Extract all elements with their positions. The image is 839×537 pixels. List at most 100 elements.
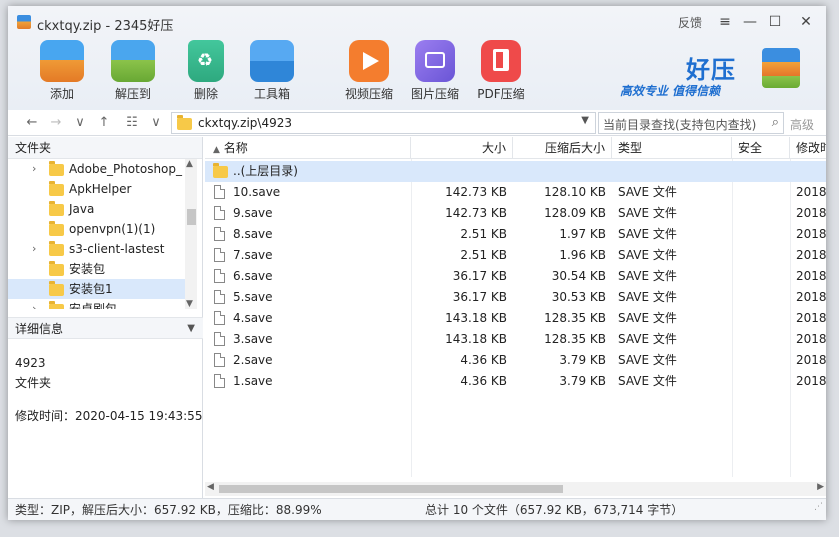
collapse-dropdown-icon[interactable]: ▼ [187, 318, 195, 340]
tree-item-label: 安装包 [69, 262, 106, 276]
pdf-compress-label: PDF压缩 [477, 87, 525, 101]
address-bar[interactable]: ckxtqy.zip\4923 ▼ [171, 112, 596, 134]
file-name: 5.save [233, 290, 273, 304]
back-arrow-icon[interactable]: ← [24, 114, 40, 132]
file-name: 8.save [233, 227, 273, 241]
view-mode-dropdown-icon[interactable]: ∨ [148, 114, 164, 132]
toolbox-button[interactable]: 工具箱 [242, 40, 302, 104]
view-mode-icon[interactable]: ☷ [124, 114, 140, 132]
column-header-packed[interactable]: 压缩后大小 [513, 137, 612, 159]
table-row[interactable]: 4.save 143.18 KB 128.35 KB SAVE 文件 2018- [205, 308, 826, 329]
folder-icon [49, 161, 64, 176]
table-row[interactable]: 8.save 2.51 KB 1.97 KB SAVE 文件 2018- [205, 224, 826, 245]
search-icon[interactable]: ⌕ [772, 115, 779, 130]
tree-item-label: Java [69, 202, 95, 216]
table-row[interactable]: 3.save 143.18 KB 128.35 KB SAVE 文件 2018- [205, 329, 826, 350]
toolbox-label: 工具箱 [253, 87, 290, 101]
folder-icon [49, 281, 64, 296]
detail-pane-header[interactable]: 详细信息 ▼ [8, 317, 203, 339]
file-modified: 2018- [796, 374, 826, 388]
file-type: SAVE 文件 [618, 353, 677, 367]
file-name: 3.save [233, 332, 273, 346]
file-size: 143.18 KB [445, 332, 507, 346]
search-input[interactable]: 当前目录查找(支持包内查找) ⌕ [598, 112, 784, 134]
file-modified: 2018- [796, 311, 826, 325]
column-header-name[interactable]: ▲ 名称 [205, 137, 411, 159]
column-header-type[interactable]: 类型 [612, 137, 732, 159]
extract-archive-icon [111, 40, 155, 82]
menu-button[interactable]: ≡ [714, 11, 736, 33]
scroll-down-icon[interactable]: ▼ [186, 299, 193, 309]
pdf-compress-button[interactable]: PDF压缩 [471, 40, 531, 104]
video-compress-button[interactable]: 视频压缩 [339, 40, 399, 104]
table-row[interactable]: 10.save 142.73 KB 128.10 KB SAVE 文件 2018… [205, 182, 826, 203]
image-compress-button[interactable]: 图片压缩 [405, 40, 465, 104]
table-row[interactable]: 6.save 36.17 KB 30.54 KB SAVE 文件 2018- [205, 266, 826, 287]
tree-item-label: 安装包1 [69, 282, 113, 296]
forward-arrow-icon[interactable]: → [48, 114, 64, 132]
folder-icon [177, 115, 192, 130]
column-header-size[interactable]: 大小 [411, 137, 513, 159]
folder-tree-scrollbar[interactable]: ▲ ▼ [185, 159, 197, 309]
column-header-modified[interactable]: 修改时 [790, 137, 826, 159]
advanced-search-link[interactable]: 高级 [790, 116, 814, 133]
history-dropdown-icon[interactable]: ∨ [72, 114, 88, 132]
file-packed-size: 30.53 KB [551, 290, 606, 304]
parent-directory-row[interactable]: ..(上层目录) [205, 161, 826, 182]
file-modified: 2018- [796, 290, 826, 304]
file-type: SAVE 文件 [618, 206, 677, 220]
tree-item-install-pkg1[interactable]: 安装包1 [8, 279, 186, 299]
file-modified: 2018- [796, 353, 826, 367]
close-button[interactable]: ✕ [795, 11, 817, 33]
address-dropdown-icon[interactable]: ▼ [581, 115, 589, 126]
maximize-button[interactable]: ☐ [764, 11, 786, 33]
status-bar: 类型：ZIP，解压后大小：657.92 KB，压缩比：88.99% 总计 10 … [8, 498, 826, 520]
table-row[interactable]: 1.save 4.36 KB 3.79 KB SAVE 文件 2018- [205, 371, 826, 392]
tree-item-apkhelper[interactable]: ApkHelper [8, 179, 186, 199]
file-packed-size: 128.10 KB [544, 185, 606, 199]
expand-arrow-icon[interactable]: › [32, 299, 36, 309]
tree-item-android-rom[interactable]: › 安卓刷包 [8, 299, 186, 309]
column-header-security[interactable]: 安全 [732, 137, 790, 159]
file-name: 6.save [233, 269, 273, 283]
file-list-hscrollbar[interactable]: ◀ ▶ [205, 482, 826, 496]
file-packed-size: 128.09 KB [544, 206, 606, 220]
file-type: SAVE 文件 [618, 290, 677, 304]
tree-item-s3-client[interactable]: › s3-client-lastest [8, 239, 186, 259]
brand-logo-icon [762, 48, 800, 88]
scroll-right-icon[interactable]: ▶ [817, 482, 824, 492]
table-row[interactable]: 7.save 2.51 KB 1.96 KB SAVE 文件 2018- [205, 245, 826, 266]
brand-slogan: 高效专业 值得信赖 [620, 84, 721, 98]
expand-arrow-icon[interactable]: › [32, 239, 36, 259]
scroll-up-icon[interactable]: ▲ [186, 159, 193, 169]
tree-item-install-pkg[interactable]: 安装包 [8, 259, 186, 279]
expand-arrow-icon[interactable]: › [32, 159, 36, 179]
left-pane: 文件夹 › Adobe_Photoshop_ ApkHelper Java op… [8, 137, 203, 498]
table-row[interactable]: 9.save 142.73 KB 128.09 KB SAVE 文件 2018- [205, 203, 826, 224]
tree-item-adobe[interactable]: › Adobe_Photoshop_ [8, 159, 186, 179]
extract-button[interactable]: 解压到 [103, 40, 163, 104]
resize-grip-icon[interactable]: ⋰ [814, 496, 823, 518]
folder-icon [49, 181, 64, 196]
toolbox-icon [250, 40, 294, 82]
feedback-link[interactable]: 反馈 [678, 14, 702, 31]
file-packed-size: 30.54 KB [551, 269, 606, 283]
scroll-left-icon[interactable]: ◀ [207, 482, 214, 492]
add-button[interactable]: 添加 [32, 40, 92, 104]
scrollbar-thumb[interactable] [219, 485, 563, 493]
tree-item-java[interactable]: Java [8, 199, 186, 219]
table-row[interactable]: 2.save 4.36 KB 3.79 KB SAVE 文件 2018- [205, 350, 826, 371]
up-arrow-icon[interactable]: ↑ [96, 114, 112, 132]
delete-label: 删除 [193, 87, 218, 101]
delete-button[interactable]: ♻ 删除 [176, 40, 236, 104]
file-name: 4.save [233, 311, 273, 325]
image-icon [415, 40, 455, 82]
scrollbar-thumb[interactable] [187, 209, 196, 225]
file-modified: 2018- [796, 206, 826, 220]
file-packed-size: 3.79 KB [559, 374, 606, 388]
table-row[interactable]: 5.save 36.17 KB 30.53 KB SAVE 文件 2018- [205, 287, 826, 308]
folder-icon [49, 301, 64, 309]
tree-item-openvpn[interactable]: openvpn(1)(1) [8, 219, 186, 239]
file-type: SAVE 文件 [618, 311, 677, 325]
minimize-button[interactable]: — [739, 11, 761, 33]
